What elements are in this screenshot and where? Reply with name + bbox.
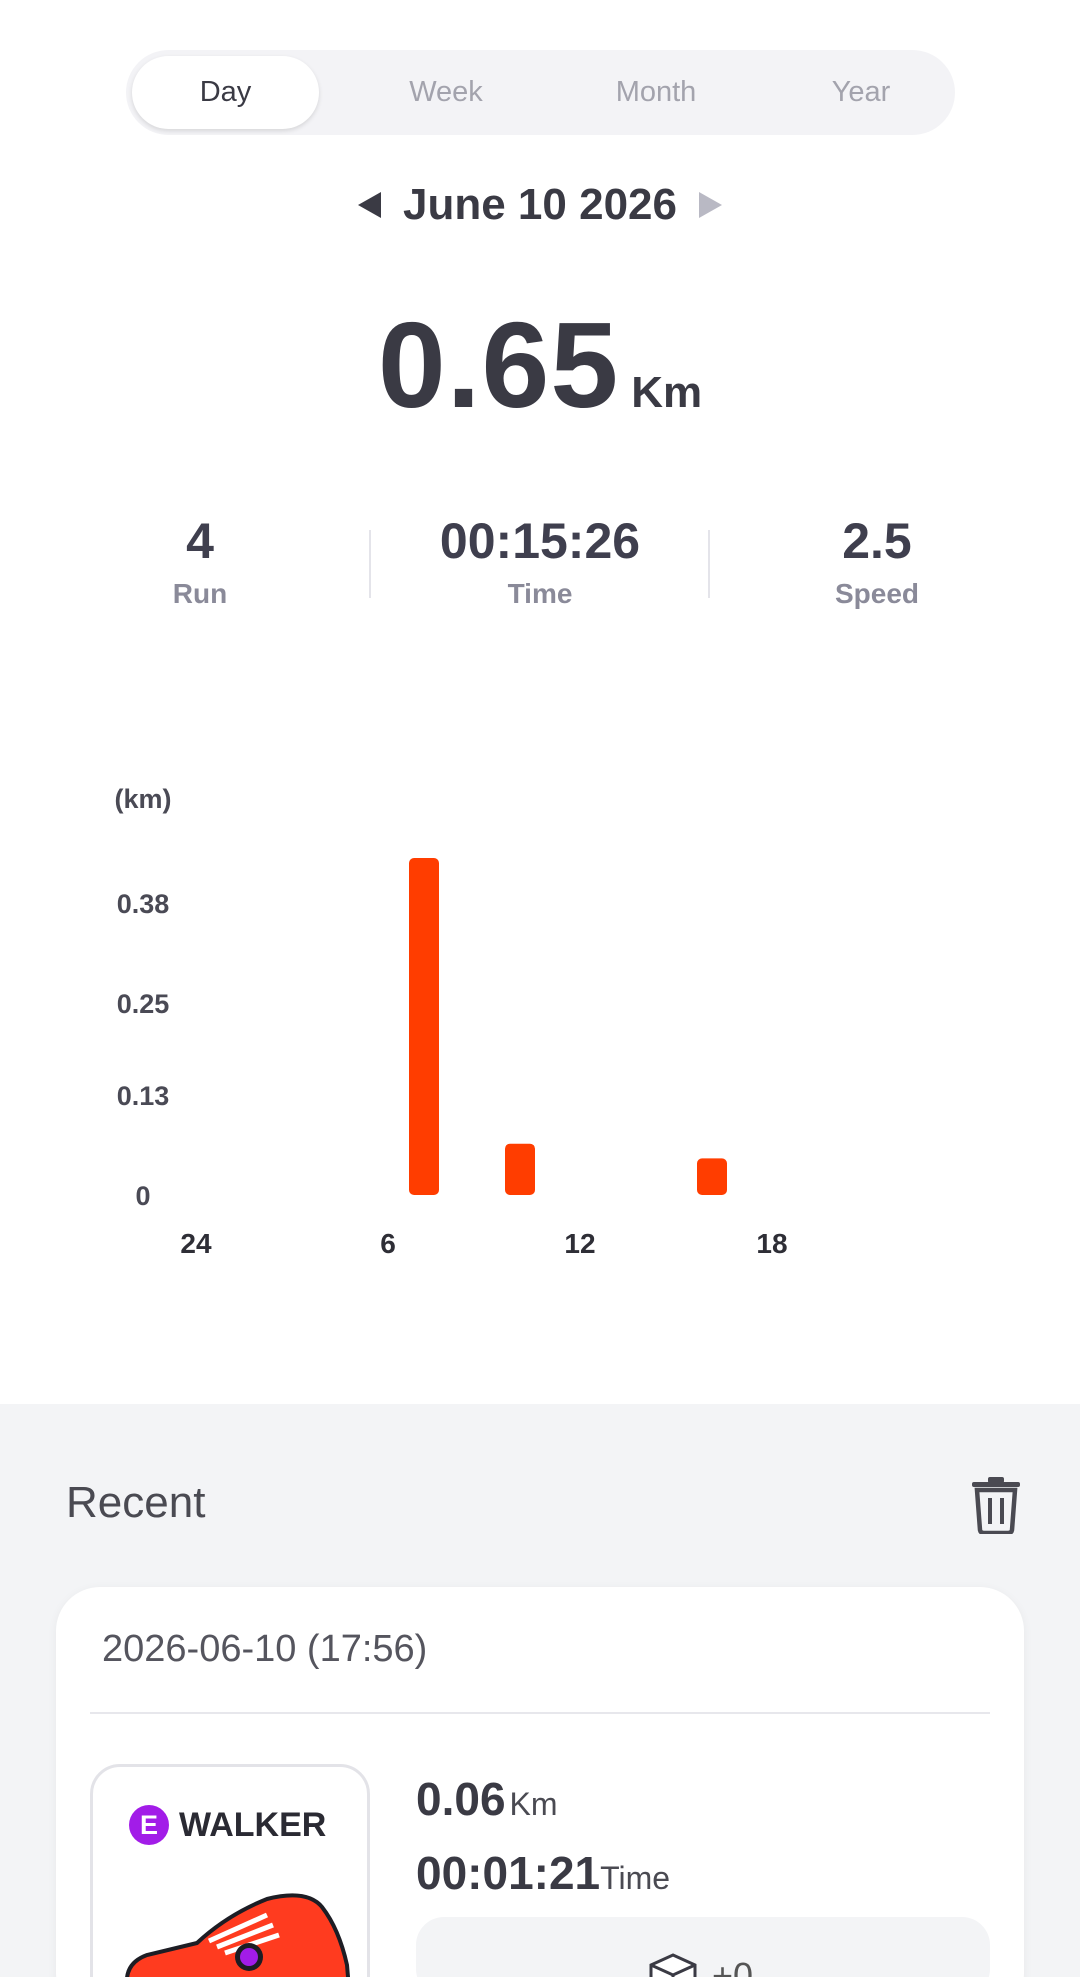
- stat-time-value: 00:15:26: [439, 513, 641, 569]
- trash-icon[interactable]: [970, 1476, 1022, 1534]
- stat-speed-value: 2.5: [842, 513, 912, 569]
- reward-box: +0: [416, 1917, 990, 1977]
- stat-time-label: Time: [507, 578, 573, 609]
- run-distance-value: 0.06: [416, 1773, 506, 1825]
- y-tick-label: 0.38: [117, 889, 170, 919]
- sneaker-card: E WALKER: [90, 1764, 370, 1977]
- tab-year[interactable]: Year: [776, 56, 946, 129]
- stat-divider: [708, 530, 710, 598]
- stat-speed: 2.5 Speed: [747, 510, 1007, 610]
- chart-bar: [409, 858, 439, 1195]
- reward-amount: +0: [712, 1955, 754, 1977]
- stat-run: 4 Run: [70, 510, 330, 610]
- stat-divider: [369, 530, 371, 598]
- period-selector: Day Week Month Year: [126, 50, 955, 135]
- sneaker-image: [125, 1893, 351, 1977]
- y-tick-label: 0: [135, 1181, 150, 1211]
- tab-week[interactable]: Week: [361, 56, 531, 129]
- x-tick-label: 12: [564, 1228, 595, 1259]
- y-tick-label: 0.13: [117, 1081, 170, 1111]
- tab-day[interactable]: Day: [132, 56, 319, 129]
- sneaker-brand: WALKER: [179, 1806, 327, 1844]
- reward-box-icon: [649, 1953, 697, 1977]
- tab-month[interactable]: Month: [556, 56, 756, 129]
- run-datetime: 2026-06-10 (17:56): [102, 1628, 428, 1670]
- total-distance-unit: Km: [631, 368, 703, 417]
- stat-time: 00:15:26 Time: [410, 510, 670, 610]
- distance-chart: (km) 0 0.13 0.25 0.38 24 6 12 18: [114, 784, 787, 1259]
- brand-badge-icon: E: [129, 1805, 169, 1845]
- chart-bar: [697, 1158, 727, 1195]
- chart-bar: [505, 1143, 535, 1195]
- date-navigator: June 10 2026: [0, 175, 1080, 235]
- run-time: 00:01:21 Time: [416, 1846, 670, 1900]
- stat-speed-label: Speed: [834, 578, 920, 609]
- run-distance-unit: Km: [509, 1786, 558, 1822]
- x-tick-label: 18: [756, 1228, 787, 1259]
- total-distance: 0.65 Km: [0, 295, 1080, 433]
- stat-run-label: Run: [172, 578, 228, 609]
- run-distance: 0.06 Km: [416, 1772, 558, 1826]
- y-tick-label: 0.25: [117, 989, 170, 1019]
- run-time-value: 00:01:21: [416, 1847, 601, 1899]
- x-tick-label: 24: [180, 1228, 212, 1259]
- next-date-icon[interactable]: [698, 192, 722, 218]
- previous-date-icon[interactable]: [358, 192, 382, 218]
- run-time-unit: Time: [600, 1860, 671, 1896]
- y-axis-label: (km): [114, 784, 171, 814]
- card-divider: [90, 1712, 990, 1714]
- x-tick-label: 6: [380, 1228, 396, 1259]
- recent-title: Recent: [66, 1478, 206, 1527]
- stat-run-value: 4: [186, 513, 214, 569]
- total-distance-value: 0.65: [377, 297, 620, 433]
- current-date: June 10 2026: [403, 180, 677, 229]
